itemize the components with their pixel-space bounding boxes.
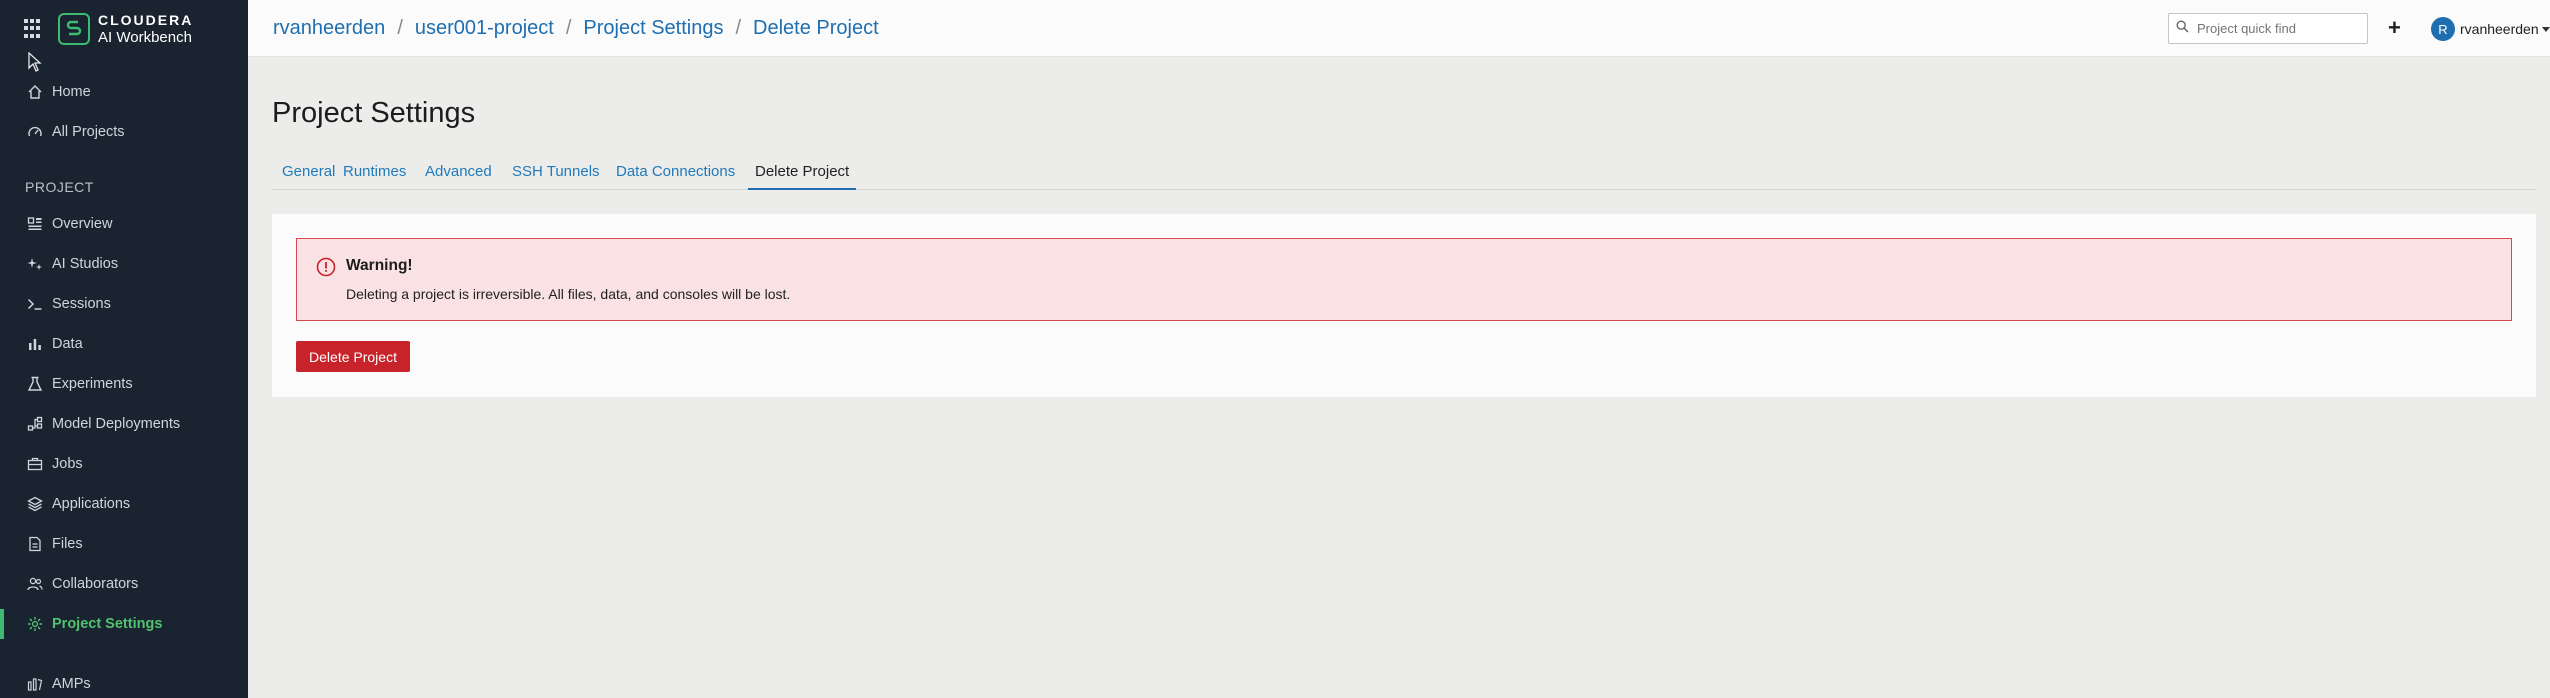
sidebar-item-data[interactable]: Data bbox=[0, 329, 248, 359]
brand-name-top: CLOUDERA bbox=[98, 12, 194, 28]
user-menu[interactable]: R rvanheerden bbox=[2431, 17, 2550, 41]
user-name: rvanheerden bbox=[2460, 21, 2539, 37]
app-grid-icon[interactable] bbox=[24, 19, 44, 39]
gauge-icon bbox=[26, 123, 44, 141]
breadcrumb-project[interactable]: user001-project bbox=[415, 17, 554, 40]
sidebar-item-label: All Projects bbox=[52, 124, 125, 140]
sidebar-item-amps[interactable]: AMPs bbox=[0, 669, 248, 698]
delete-project-button[interactable]: Delete Project bbox=[296, 341, 410, 372]
tab-data-connections[interactable]: Data Connections bbox=[616, 163, 735, 190]
sidebar: CLOUDERA AI Workbench Home All Projects … bbox=[0, 0, 248, 698]
bar-chart-icon bbox=[26, 335, 44, 353]
sidebar-item-label: AMPs bbox=[52, 676, 91, 692]
project-quick-find[interactable] bbox=[2168, 13, 2368, 44]
layers-icon bbox=[26, 495, 44, 513]
top-header: rvanheerden / user001-project / Project … bbox=[248, 0, 2550, 57]
search-icon bbox=[2176, 19, 2189, 38]
sidebar-item-ai-studios[interactable]: AI Studios bbox=[0, 249, 248, 279]
tab-advanced[interactable]: Advanced bbox=[425, 163, 492, 190]
sidebar-item-project-settings[interactable]: Project Settings bbox=[0, 609, 248, 639]
warning-message: Deleting a project is irreversible. All … bbox=[346, 286, 791, 302]
breadcrumb-separator: / bbox=[397, 17, 403, 39]
sidebar-item-label: Home bbox=[52, 84, 91, 100]
amps-icon bbox=[26, 675, 44, 693]
settings-tabs: General Runtimes Advanced SSH Tunnels Da… bbox=[272, 160, 2536, 190]
sidebar-item-overview[interactable]: Overview bbox=[0, 209, 248, 239]
sidebar-item-label: Applications bbox=[52, 496, 131, 512]
sidebar-item-label: Project Settings bbox=[52, 616, 163, 632]
sidebar-item-home[interactable]: Home bbox=[0, 77, 248, 107]
sidebar-item-label: Data bbox=[52, 336, 83, 352]
brand: CLOUDERA AI Workbench bbox=[24, 10, 193, 48]
mouse-cursor-icon bbox=[28, 51, 42, 77]
chevron-down-icon bbox=[2541, 26, 2550, 32]
breadcrumb-user[interactable]: rvanheerden bbox=[273, 17, 385, 40]
sidebar-item-label: Jobs bbox=[52, 456, 83, 472]
sidebar-item-label: Experiments bbox=[52, 376, 133, 392]
overview-icon bbox=[26, 215, 44, 233]
sidebar-item-sessions[interactable]: Sessions bbox=[0, 289, 248, 319]
breadcrumb: rvanheerden / user001-project / Project … bbox=[273, 17, 879, 40]
add-button[interactable]: + bbox=[2388, 15, 2401, 41]
avatar: R bbox=[2431, 17, 2455, 41]
sidebar-item-label: Overview bbox=[52, 216, 113, 232]
flask-icon bbox=[26, 375, 44, 393]
model-icon bbox=[26, 415, 44, 433]
file-icon bbox=[26, 535, 44, 553]
sidebar-item-experiments[interactable]: Experiments bbox=[0, 369, 248, 399]
sidebar-item-label: Collaborators bbox=[52, 576, 139, 592]
search-input[interactable] bbox=[2197, 21, 2357, 36]
sidebar-item-label: Sessions bbox=[52, 296, 111, 312]
sidebar-item-files[interactable]: Files bbox=[0, 529, 248, 559]
tab-ssh-tunnels[interactable]: SSH Tunnels bbox=[512, 163, 600, 190]
tab-runtimes[interactable]: Runtimes bbox=[343, 163, 406, 190]
breadcrumb-project-settings[interactable]: Project Settings bbox=[583, 17, 723, 40]
tab-general[interactable]: General bbox=[282, 163, 335, 190]
warning-icon bbox=[316, 257, 336, 282]
breadcrumb-delete-project[interactable]: Delete Project bbox=[753, 17, 879, 40]
sidebar-item-label: Model Deployments bbox=[52, 416, 181, 432]
sidebar-item-collaborators[interactable]: Collaborators bbox=[0, 569, 248, 599]
cloudera-logo-icon[interactable] bbox=[58, 13, 90, 45]
brand-name-bottom: AI Workbench bbox=[98, 29, 192, 46]
sidebar-item-label: Files bbox=[52, 536, 83, 552]
tab-delete-project[interactable]: Delete Project bbox=[748, 163, 857, 190]
sidebar-item-all-projects[interactable]: All Projects bbox=[0, 117, 248, 147]
warning-alert: Warning! Deleting a project is irreversi… bbox=[296, 238, 2512, 321]
sidebar-item-applications[interactable]: Applications bbox=[0, 489, 248, 519]
delete-project-panel: Warning! Deleting a project is irreversi… bbox=[272, 214, 2536, 397]
breadcrumb-separator: / bbox=[565, 17, 572, 39]
sparkle-icon bbox=[26, 255, 44, 273]
home-icon bbox=[26, 83, 44, 101]
breadcrumb-separator: / bbox=[735, 17, 742, 39]
section-label-project: PROJECT bbox=[25, 179, 94, 195]
sidebar-item-model-deployments[interactable]: Model Deployments bbox=[0, 409, 248, 439]
briefcase-icon bbox=[26, 455, 44, 473]
warning-title: Warning! bbox=[346, 257, 413, 274]
page-title: Project Settings bbox=[272, 97, 476, 129]
sidebar-item-jobs[interactable]: Jobs bbox=[0, 449, 248, 479]
users-icon bbox=[26, 575, 44, 593]
sidebar-item-label: AI Studios bbox=[52, 256, 119, 272]
terminal-icon bbox=[26, 295, 44, 313]
gear-icon bbox=[26, 615, 44, 633]
